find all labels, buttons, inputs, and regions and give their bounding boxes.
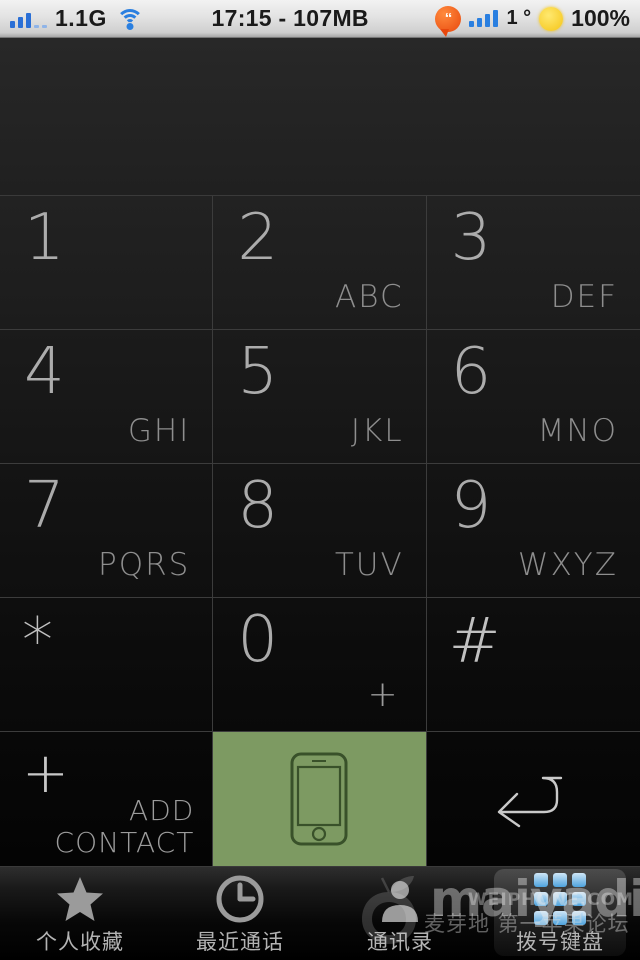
- key-digit: 8: [237, 469, 279, 543]
- key-2[interactable]: 2 ABC: [213, 196, 427, 330]
- key-letters: PQRS: [98, 547, 191, 583]
- contacts-icon: [382, 881, 418, 922]
- status-bar: 1.1G 17:15 - 107MB “ 1 ° 100%: [0, 0, 640, 38]
- key-digit: 7: [24, 469, 65, 543]
- dialer-screen: 1.1G 17:15 - 107MB “ 1 ° 100% 1 2 ABC 3 …: [0, 0, 640, 960]
- iphone-outline-icon: [290, 752, 348, 846]
- key-letters: GHI: [127, 413, 191, 449]
- status-bar-center: 17:15 - 107MB: [145, 5, 436, 32]
- add-contact-button[interactable]: + ADD CONTACT: [0, 732, 214, 866]
- tab-favorites[interactable]: 个人收藏: [0, 867, 160, 960]
- key-letters: ABC: [335, 279, 404, 315]
- key-letters: +: [367, 674, 398, 715]
- key-letters: TUV: [334, 547, 404, 583]
- tab-icon-wrap: [375, 874, 425, 924]
- keypad-row: 7 PQRS 8 TUV 9 WXYZ: [0, 464, 640, 598]
- key-6[interactable]: 6 MNO: [426, 330, 640, 464]
- key-1[interactable]: 1: [0, 196, 214, 330]
- call-button[interactable]: [213, 732, 427, 866]
- key-3[interactable]: 3 DEF: [426, 196, 640, 330]
- backspace-button[interactable]: [426, 732, 640, 866]
- key-digit: 9: [450, 469, 492, 543]
- key-digit: 2: [237, 201, 279, 275]
- dial-keypad: 1 2 ABC 3 DEF 4 GHI 5 JKL 6 MNO 7 PQRS 8…: [0, 196, 640, 866]
- key-hash[interactable]: #: [426, 598, 640, 732]
- key-digit: 0: [237, 603, 279, 677]
- status-bar-left: 1.1G: [0, 5, 145, 32]
- carrier-label: 1.1G: [55, 5, 107, 31]
- key-digit: 1: [24, 201, 65, 275]
- keypad-row: * 0 + #: [0, 598, 640, 732]
- key-7[interactable]: 7 PQRS: [0, 464, 214, 598]
- key-digit: *: [22, 604, 53, 677]
- star-icon: [57, 877, 103, 921]
- tab-keypad[interactable]: 拨号键盘: [480, 867, 640, 960]
- key-digit: 3: [450, 201, 492, 275]
- signal-bars-icon: [10, 10, 47, 28]
- temperature-label: 1 °: [506, 7, 532, 29]
- wifi-icon: [115, 8, 145, 30]
- signal-bars-secondary-icon: [469, 10, 499, 27]
- key-4[interactable]: 4 GHI: [0, 330, 214, 464]
- key-letters: MNO: [537, 413, 618, 449]
- key-letters: JKL: [350, 413, 404, 449]
- add-contact-line2: CONTACT: [54, 825, 195, 859]
- battery-label: 100%: [571, 5, 630, 31]
- keypad-row: 1 2 ABC 3 DEF: [0, 196, 640, 330]
- backspace-arrow-icon: [498, 776, 563, 828]
- time-memory-label: 17:15 - 107MB: [211, 5, 369, 31]
- sun-icon: [539, 6, 564, 31]
- tab-label: 拨号键盘: [516, 930, 604, 954]
- key-digit: 4: [24, 335, 65, 409]
- tab-icon-wrap: [534, 873, 586, 925]
- add-contact-line1: ADD: [129, 794, 195, 828]
- tab-label: 个人收藏: [36, 930, 124, 954]
- tab-label: 通讯录: [367, 930, 433, 954]
- key-9[interactable]: 9 WXYZ: [426, 464, 640, 598]
- key-letters: WXYZ: [517, 547, 618, 583]
- keypad-row: 4 GHI 5 JKL 6 MNO: [0, 330, 640, 464]
- status-bar-right: “ 1 ° 100%: [435, 5, 640, 37]
- key-star[interactable]: *: [0, 598, 214, 732]
- key-digit: 6: [450, 335, 492, 409]
- key-digit: #: [448, 604, 501, 677]
- tab-recents[interactable]: 最近通话: [160, 867, 320, 960]
- qq-icon: “: [435, 5, 462, 37]
- tab-label: 最近通话: [196, 930, 284, 954]
- key-0[interactable]: 0 +: [213, 598, 427, 732]
- action-row: + ADD CONTACT: [0, 732, 640, 866]
- tab-contacts[interactable]: 通讯录: [320, 867, 480, 960]
- plus-icon: +: [22, 741, 69, 806]
- tab-icon-wrap: [215, 874, 265, 924]
- clock-icon: [216, 875, 264, 923]
- tab-icon-wrap: [55, 874, 105, 924]
- keypad-grid-icon: [534, 873, 586, 925]
- key-letters: DEF: [550, 279, 618, 315]
- key-8[interactable]: 8 TUV: [213, 464, 427, 598]
- key-5[interactable]: 5 JKL: [213, 330, 427, 464]
- tab-bar: 个人收藏 最近通话 通讯录 拨号键盘: [0, 866, 640, 960]
- number-display[interactable]: [0, 38, 640, 196]
- add-contact-label: ADD CONTACT: [55, 795, 195, 858]
- key-digit: 5: [237, 335, 279, 409]
